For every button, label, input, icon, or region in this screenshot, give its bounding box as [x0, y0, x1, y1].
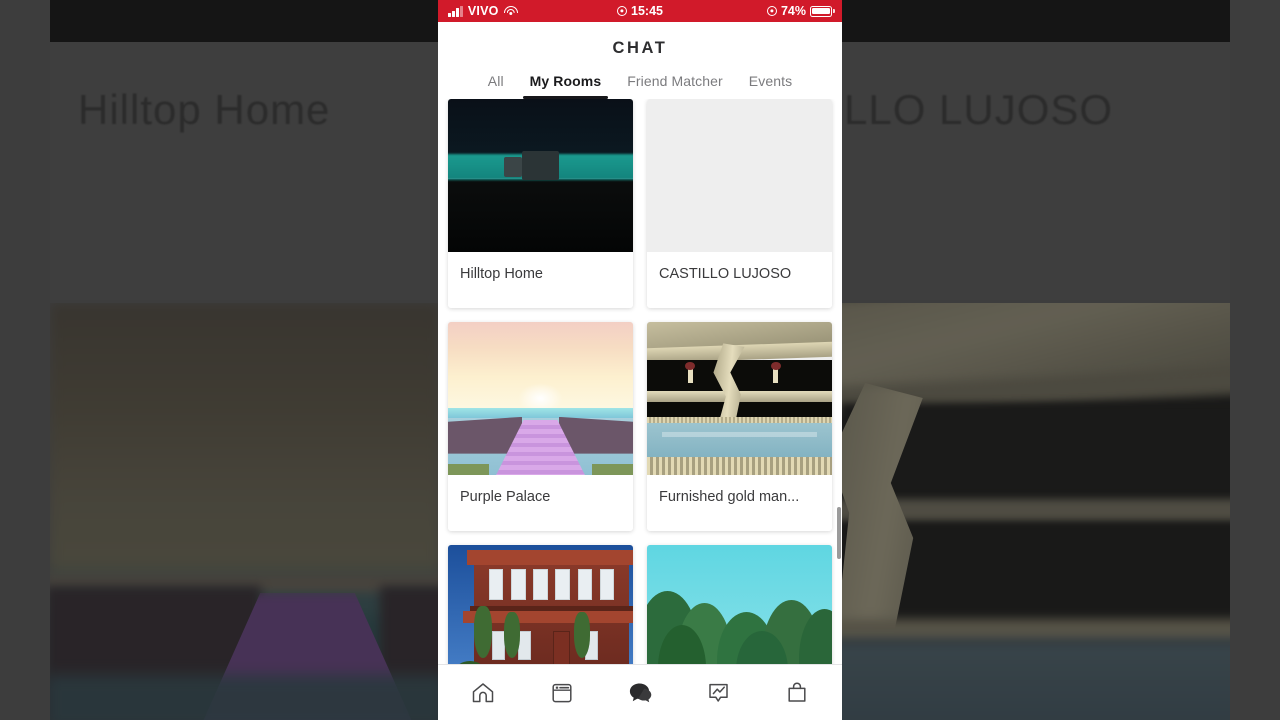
home-icon — [470, 680, 496, 706]
rooms-grid: Hilltop Home CASTILLO LUJOSO Purple Pala… — [448, 99, 832, 664]
nav-home-button[interactable] — [460, 672, 506, 714]
room-card-purple-palace[interactable]: Purple Palace — [448, 322, 633, 531]
nav-catalog-button[interactable] — [539, 672, 585, 714]
room-thumbnail — [647, 322, 832, 475]
feed-chart-icon — [706, 680, 731, 705]
bottom-navigation-bar — [438, 664, 842, 720]
room-card-title: CASTILLO LUJOSO — [659, 266, 792, 282]
status-bar: VIVO 15:45 74% — [438, 0, 842, 22]
room-card-hilltop-home[interactable]: Hilltop Home — [448, 99, 633, 308]
room-thumbnail — [647, 99, 832, 252]
clock-label: 15:45 — [631, 4, 663, 18]
room-card-title: Hilltop Home — [460, 266, 543, 282]
rooms-scrollbar[interactable] — [837, 507, 841, 559]
room-thumbnail — [647, 545, 832, 664]
nav-feed-button[interactable] — [695, 672, 741, 714]
room-card-red-brick-manor[interactable] — [448, 545, 633, 664]
room-card-furnished-gold-mansion[interactable]: Furnished gold man... — [647, 322, 832, 531]
page-title: CHAT — [612, 39, 668, 57]
battery-icon — [810, 5, 833, 17]
screen-root: Hilltop Home LLO LUJOSO — [0, 0, 1280, 720]
room-card-green-forest[interactable] — [647, 545, 832, 664]
tab-events[interactable]: Events — [736, 73, 805, 99]
room-card-title: Purple Palace — [460, 489, 551, 505]
location-services-icon-right — [766, 6, 777, 16]
wifi-icon — [503, 5, 518, 17]
nav-shop-button[interactable] — [774, 672, 820, 714]
signal-bars-icon — [448, 5, 463, 17]
tab-all[interactable]: All — [475, 73, 517, 99]
tab-my-rooms[interactable]: My Rooms — [517, 73, 615, 99]
nav-chat-button[interactable] — [617, 672, 663, 714]
rooms-scroll-area[interactable]: Hilltop Home CASTILLO LUJOSO Purple Pala… — [438, 99, 842, 664]
tab-friend-matcher[interactable]: Friend Matcher — [614, 73, 736, 99]
room-thumbnail — [448, 99, 633, 252]
chat-bubble-icon — [626, 680, 654, 706]
location-services-icon — [617, 6, 628, 16]
phone-overlay: VIVO 15:45 74% CHAT All My Rooms Friend … — [438, 0, 842, 720]
room-thumbnail — [448, 322, 633, 475]
carrier-label: VIVO — [467, 4, 499, 18]
room-thumbnail — [448, 545, 633, 664]
room-card-castillo-lujoso[interactable]: CASTILLO LUJOSO — [647, 99, 832, 308]
shopping-bag-icon — [785, 680, 809, 705]
room-card-title: Furnished gold man... — [659, 489, 800, 505]
battery-percent-label: 74% — [780, 4, 807, 18]
tab-bar: All My Rooms Friend Matcher Events — [438, 58, 842, 99]
catalog-icon — [550, 681, 574, 705]
